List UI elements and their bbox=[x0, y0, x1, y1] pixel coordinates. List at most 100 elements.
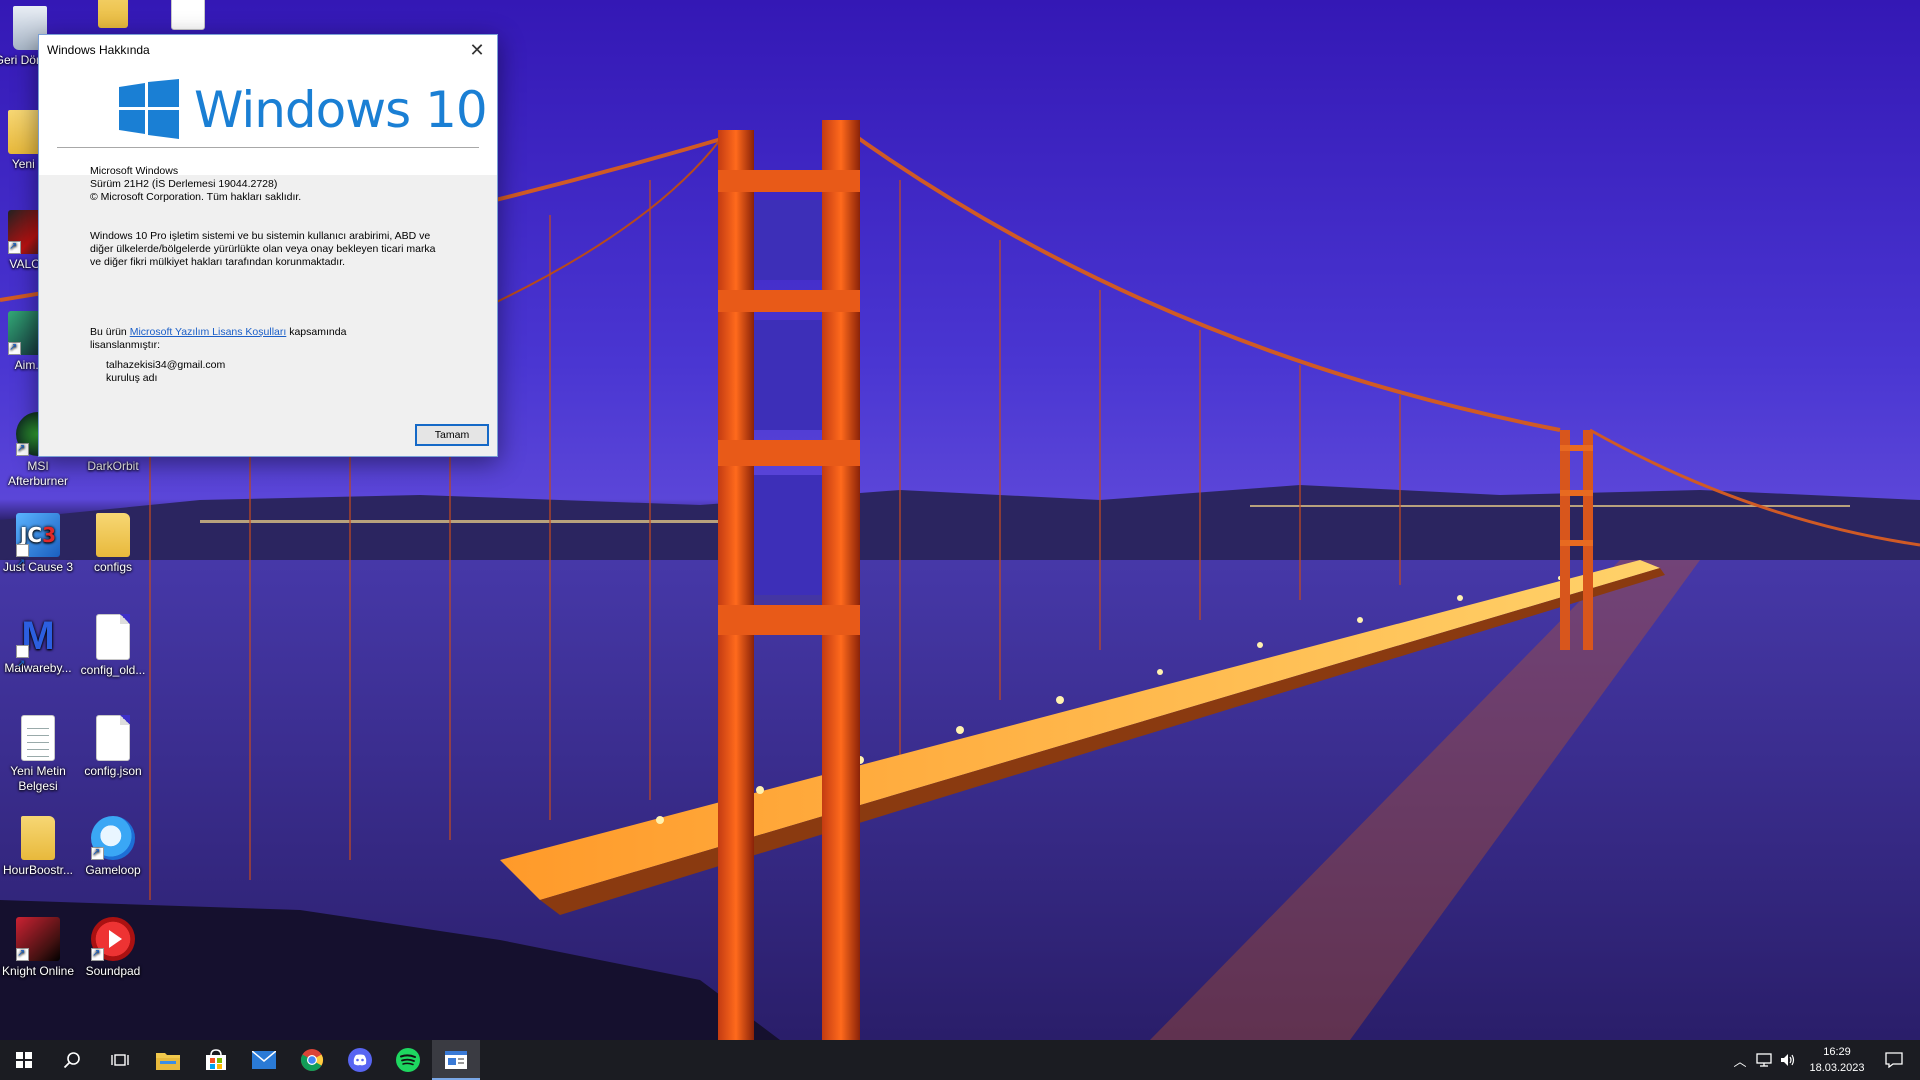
desktop-icon-label: config.json bbox=[84, 764, 142, 778]
folder-icon bbox=[98, 0, 128, 28]
desktop-icon-label: Just Cause 3 bbox=[2, 560, 74, 574]
desktop-icon-soundpad[interactable]: Soundpad bbox=[75, 917, 151, 979]
desktop-icon-malwarebytes[interactable]: M Malwareby... bbox=[0, 614, 76, 687]
knight-online-icon bbox=[16, 917, 60, 961]
license-suffix: kapsamında bbox=[286, 326, 347, 338]
desktop-icon-label: Soundpad bbox=[85, 964, 141, 978]
shortcut-arrow-icon bbox=[91, 845, 104, 860]
description-line: ve diğer fikri mülkiyet hakları tarafınd… bbox=[90, 256, 346, 268]
license-terms-link[interactable]: Microsoft Yazılım Lisans Koşulları bbox=[130, 326, 287, 338]
microsoft-store-icon bbox=[206, 1049, 226, 1070]
tray-volume[interactable] bbox=[1776, 1040, 1800, 1080]
shortcut-arrow-icon bbox=[16, 441, 29, 456]
product-info: Microsoft Windows Sürüm 21H2 (İS Derleme… bbox=[90, 165, 301, 204]
search-icon bbox=[63, 1052, 80, 1069]
dialog-separator bbox=[57, 147, 479, 148]
tray-network[interactable] bbox=[1752, 1040, 1776, 1080]
description-block: Windows 10 Pro işletim sistemi ve bu sis… bbox=[90, 230, 436, 269]
clock-date: 18.03.2023 bbox=[1809, 1062, 1865, 1074]
close-button[interactable]: ✕ bbox=[457, 35, 497, 65]
license-block: Bu ürün Microsoft Yazılım Lisans Koşulla… bbox=[90, 326, 346, 352]
close-icon: ✕ bbox=[469, 40, 485, 60]
discord-icon bbox=[348, 1048, 372, 1072]
desktop-icon-new-text-document[interactable]: Yeni Metin Belgesi bbox=[0, 715, 76, 794]
windows-start-icon bbox=[16, 1052, 32, 1068]
shortcut-arrow-icon bbox=[8, 239, 21, 254]
taskbar-chrome[interactable] bbox=[288, 1040, 336, 1080]
malwarebytes-icon: M bbox=[16, 614, 60, 687]
ok-button[interactable]: Tamam bbox=[415, 424, 489, 446]
product-name: Microsoft Windows bbox=[90, 165, 179, 177]
windows-logo-icon bbox=[119, 79, 179, 139]
windows-wordmark: Windows 10 bbox=[194, 81, 488, 139]
licensed-org: kuruluş adı bbox=[106, 372, 158, 384]
desktop-icon-hourboostr[interactable]: HourBoostr... bbox=[0, 816, 76, 878]
license-prefix: Bu ürün bbox=[90, 326, 130, 338]
desktop-icon-label: configs bbox=[93, 560, 133, 574]
desktop-icon-gameloop[interactable]: Gameloop bbox=[75, 816, 151, 878]
desktop-icon-label: config_old... bbox=[80, 663, 146, 677]
description-line: diğer ülkelerde/bölgelerde yürürlükte ol… bbox=[90, 243, 436, 255]
desktop-icon-config-json[interactable]: config.json bbox=[75, 715, 151, 779]
shortcut-arrow-icon bbox=[8, 340, 21, 355]
license-line2: lisanslanmıştır: bbox=[90, 339, 161, 351]
desktop-icon-label: HourBoostr... bbox=[2, 863, 74, 877]
action-center-button[interactable] bbox=[1876, 1040, 1912, 1080]
desktop-icon-config-old[interactable]: config_old... bbox=[75, 614, 151, 678]
gameloop-icon bbox=[91, 816, 135, 860]
shortcut-arrow-icon bbox=[91, 946, 104, 961]
text-document-icon bbox=[21, 715, 55, 761]
desktop-icon-just-cause-3[interactable]: JC3 Just Cause 3 bbox=[0, 513, 76, 586]
document-icon bbox=[96, 614, 130, 660]
shortcut-arrow-icon bbox=[16, 643, 29, 687]
desktop-icon-top-folder[interactable] bbox=[75, 0, 151, 31]
document-icon bbox=[171, 0, 205, 30]
winver-window-icon bbox=[445, 1051, 467, 1069]
taskbar-about-windows[interactable] bbox=[432, 1040, 480, 1080]
tray-show-hidden[interactable]: ︿ bbox=[1728, 1040, 1752, 1080]
start-button[interactable] bbox=[0, 1040, 48, 1080]
copyright-text: © Microsoft Corporation. Tüm hakları sak… bbox=[90, 191, 302, 203]
chrome-icon bbox=[301, 1049, 323, 1071]
notification-icon bbox=[1885, 1052, 1903, 1068]
taskbar-microsoft-store[interactable] bbox=[192, 1040, 240, 1080]
clock-time: 16:29 bbox=[1823, 1046, 1851, 1058]
desktop-icon-top-document[interactable] bbox=[150, 0, 226, 33]
desktop-icon-knight-online[interactable]: Knight Online bbox=[0, 917, 76, 979]
version-text: Sürüm 21H2 (İS Derlemesi 19044.2728) bbox=[90, 178, 278, 190]
chevron-up-icon: ︿ bbox=[1733, 1053, 1747, 1069]
desktop-icon-configs[interactable]: configs bbox=[75, 513, 151, 575]
desktop-icon-label: MSI Afterburner bbox=[7, 459, 69, 488]
licensee-block: talhazekisi34@gmail.com kuruluş adı bbox=[106, 359, 225, 385]
shortcut-arrow-icon bbox=[16, 542, 29, 586]
shortcut-arrow-icon bbox=[16, 946, 29, 961]
task-view-button[interactable] bbox=[96, 1040, 144, 1080]
licensed-user: talhazekisi34@gmail.com bbox=[106, 359, 226, 371]
spotify-icon bbox=[396, 1048, 420, 1072]
taskbar-mail[interactable] bbox=[240, 1040, 288, 1080]
task-view-icon bbox=[111, 1054, 129, 1066]
dialog-title: Windows Hakkında bbox=[47, 43, 150, 57]
desktop-icon-label: DarkOrbit bbox=[87, 459, 139, 473]
desktop-icon-label: Yeni Metin Belgesi bbox=[10, 764, 66, 793]
windows-logo-area: Windows 10 bbox=[39, 65, 497, 175]
description-line: Windows 10 Pro işletim sistemi ve bu sis… bbox=[90, 230, 431, 242]
folder-icon bbox=[21, 816, 55, 860]
volume-icon bbox=[1781, 1054, 1795, 1066]
search-button[interactable] bbox=[48, 1040, 96, 1080]
taskbar: ︿ 16:29 18.03.2023 bbox=[0, 1040, 1920, 1080]
mail-icon bbox=[252, 1051, 276, 1069]
desktop-icon-label: Malwareby... bbox=[4, 661, 72, 675]
folder-icon bbox=[96, 513, 130, 557]
taskbar-spotify[interactable] bbox=[384, 1040, 432, 1080]
dialog-titlebar[interactable]: Windows Hakkında ✕ bbox=[39, 35, 497, 65]
network-icon bbox=[1756, 1053, 1772, 1067]
taskbar-discord[interactable] bbox=[336, 1040, 384, 1080]
just-cause-3-icon: JC3 bbox=[16, 513, 60, 586]
about-windows-dialog: Windows Hakkında ✕ Windows 10 Microsoft … bbox=[38, 34, 498, 457]
file-explorer-icon bbox=[156, 1053, 180, 1070]
taskbar-clock[interactable]: 16:29 18.03.2023 bbox=[1802, 1044, 1872, 1076]
taskbar-file-explorer[interactable] bbox=[144, 1040, 192, 1080]
soundpad-icon bbox=[91, 917, 135, 961]
desktop-icon-label: Gameloop bbox=[85, 863, 141, 877]
